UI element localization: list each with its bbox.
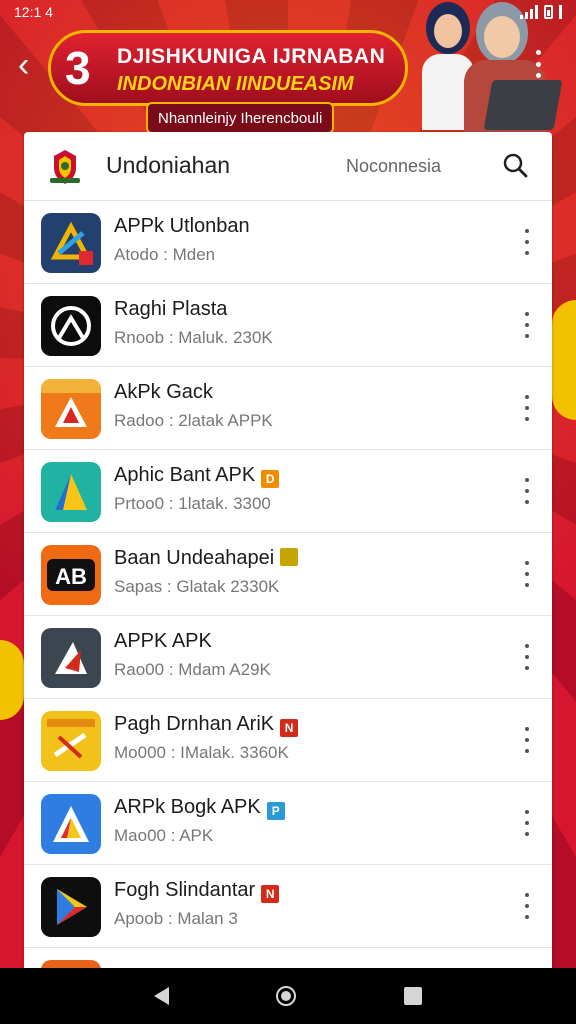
more-vert-icon[interactable] [520, 893, 534, 919]
app-list-item[interactable]: AkPk Gack Radoo : 2latak APPK [24, 367, 552, 450]
card-title: Undoniahan [106, 152, 231, 178]
app-badge-icon: D [261, 470, 280, 488]
app-meta: Prtoo0 : 1latak. 3300 [114, 494, 271, 513]
laptop-image [483, 80, 563, 130]
app-icon[interactable] [41, 794, 101, 854]
promo-banner: 3 DJISHKUNIGA IJRNABAN INDONBIAN IINDUEA… [48, 30, 408, 106]
card-subtitle: Noconnesia [346, 156, 442, 176]
app-name: Fogh Slindantar N [114, 879, 280, 903]
app-name-text: Pagh Drnhan AriK [114, 713, 275, 735]
wifi-icon [559, 5, 562, 19]
app-list-item[interactable]: Fogh Slindantar N Apoob : Malan 3 [24, 865, 552, 948]
app-badge-icon: N [280, 719, 299, 737]
app-meta: Rao00 : Mdam A29K [114, 660, 271, 679]
app-meta: Radoo : 2latak APPK [114, 411, 273, 430]
banner-subtitle: Nhannleinjy Iherencbouli [146, 102, 335, 134]
app-list-item-partial[interactable] [24, 948, 552, 968]
more-vert-icon[interactable] [520, 478, 534, 504]
nav-recents-icon[interactable] [404, 987, 423, 1005]
app-name: Aphic Bant APK D [114, 464, 280, 488]
status-bar: 12:1 4 [0, 0, 576, 24]
app-name: Baan Undeahapei [114, 547, 299, 570]
app-list-item[interactable]: Aphic Bant APK D Prtoo0 : 1latak. 3300 [24, 450, 552, 533]
app-name: Raghi Plasta [114, 298, 228, 320]
back-arrow-icon[interactable]: ‹ [18, 48, 29, 82]
more-vert-icon[interactable] [520, 644, 534, 670]
app-name-text: ARPk Bogk APK [114, 796, 261, 818]
app-meta: Apoob : Malan 3 [114, 909, 238, 928]
banner-headline: DJISHKUNIGA IJRNABAN [117, 45, 386, 68]
app-icon[interactable] [41, 213, 101, 273]
app-name: ARPk Bogk APK P [114, 796, 285, 820]
app-icon[interactable]: AB [41, 545, 101, 605]
more-vert-icon[interactable] [520, 229, 534, 255]
app-meta: Mao00 : APK [114, 826, 214, 845]
status-time: 12:1 4 [14, 4, 53, 20]
app-name: APPK APK [114, 630, 212, 652]
side-decoration [552, 300, 576, 420]
more-vert-icon[interactable] [528, 50, 548, 78]
app-icon[interactable] [41, 960, 101, 968]
search-icon[interactable] [502, 152, 528, 178]
app-icon[interactable] [41, 711, 101, 771]
more-vert-icon[interactable] [520, 561, 534, 587]
app-list-item[interactable]: APPK APK Rao00 : Mdam A29K [24, 616, 552, 699]
side-decoration [0, 640, 24, 720]
app-badge-icon [280, 548, 299, 566]
app-list-item[interactable]: Pagh Drnhan AriK N Mo000 : IMalak. 3360K [24, 699, 552, 782]
more-vert-icon[interactable] [520, 312, 534, 338]
app-name: AkPk Gack [114, 381, 213, 403]
app-badge-icon: P [266, 802, 285, 820]
signal-icon [520, 5, 538, 19]
app-meta: Sapas : Glatak 2330K [114, 577, 280, 596]
emblem-logo-icon [46, 148, 84, 186]
app-name-text: Fogh Slindantar [114, 879, 256, 901]
app-name: Pagh Drnhan AriK N [114, 713, 299, 737]
battery-icon [544, 5, 553, 19]
system-nav-bar [0, 968, 576, 1024]
nav-home-icon[interactable] [276, 986, 297, 1006]
app-icon[interactable] [41, 379, 101, 439]
nav-back-icon[interactable] [153, 987, 169, 1005]
app-badge-icon: N [261, 885, 280, 903]
app-icon[interactable] [41, 877, 101, 937]
svg-text:AB: AB [55, 564, 87, 589]
app-list-item[interactable]: Raghi Plasta Rnoob : Maluk. 230K [24, 284, 552, 367]
app-name-text: Aphic Bant APK [114, 464, 256, 486]
app-meta: Atodo : Mden [114, 245, 216, 264]
more-vert-icon[interactable] [520, 810, 534, 836]
more-vert-icon[interactable] [520, 727, 534, 753]
status-icons [520, 5, 562, 19]
app-icon[interactable] [41, 628, 101, 688]
app-list-item[interactable]: AB Baan Undeahapei Sapas : Glatak 2330K [24, 533, 552, 616]
card-header: Undoniahan Noconnesia [24, 132, 552, 201]
app-name-text: Baan Undeahapei [114, 547, 275, 569]
app-list-item[interactable]: ARPk Bogk APK P Mao00 : APK [24, 782, 552, 865]
app-name: APPk Utlonban [114, 215, 250, 237]
banner-subheadline: INDONBIAN IINDUEASIM [117, 73, 354, 95]
app-list-item[interactable]: APPk Utlonban Atodo : Mden [24, 201, 552, 284]
banner-number: 3 [65, 42, 91, 94]
app-list: APPk Utlonban Atodo : Mden Raghi Plasta … [24, 201, 552, 968]
app-icon[interactable] [41, 296, 101, 356]
app-meta: Mo000 : IMalak. 3360K [114, 743, 289, 762]
app-list-card: Undoniahan Noconnesia APPk Utlonban Atod… [24, 132, 552, 968]
app-meta: Rnoob : Maluk. 230K [114, 328, 273, 347]
more-vert-icon[interactable] [520, 395, 534, 421]
app-icon[interactable] [41, 462, 101, 522]
